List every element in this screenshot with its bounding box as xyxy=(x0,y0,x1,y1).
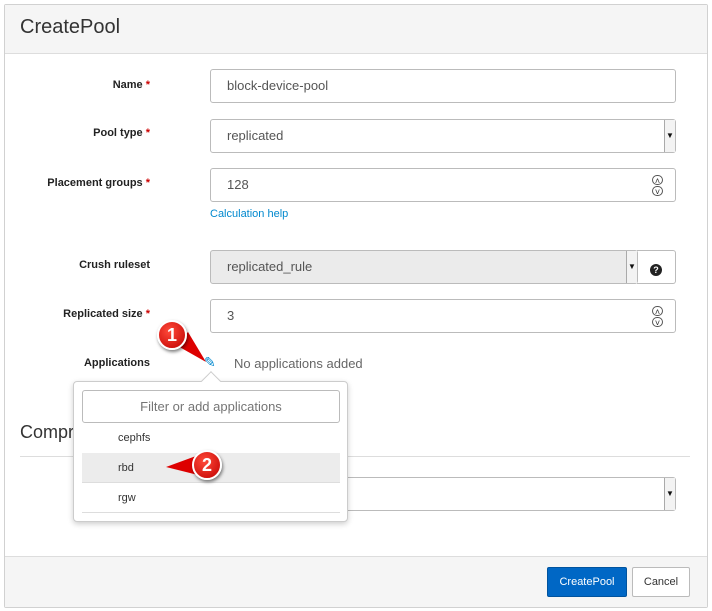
callout-badge-2: 2 xyxy=(192,450,222,480)
callout-badge-1: 1 xyxy=(157,320,187,350)
callout-pointers xyxy=(166,332,206,475)
